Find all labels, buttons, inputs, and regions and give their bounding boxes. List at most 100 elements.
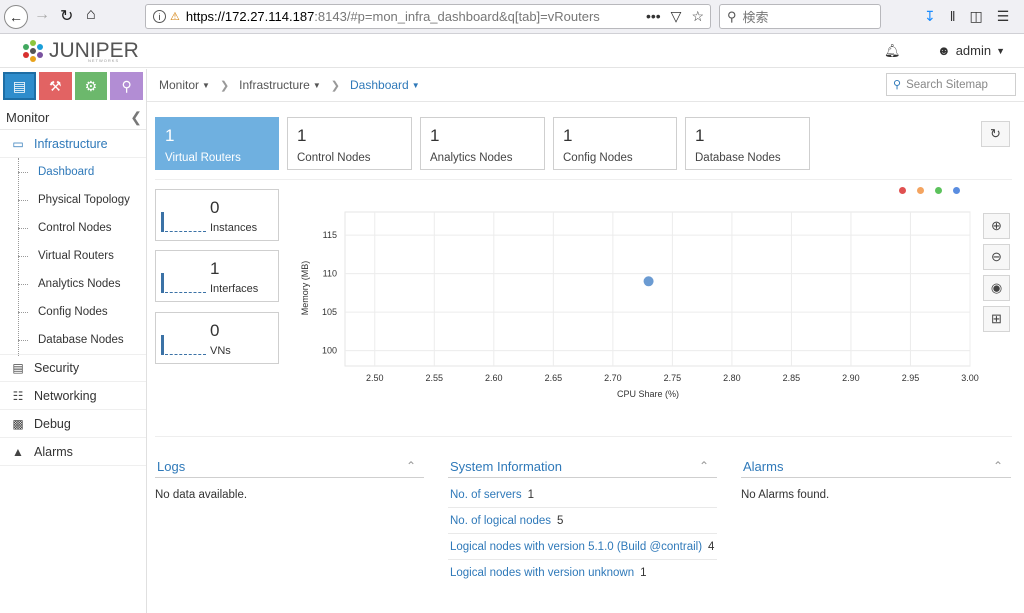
y-tick-label: 100 <box>322 346 337 356</box>
sidebar-item-label: Infrastructure <box>34 136 108 151</box>
url-text[interactable]: https://172.27.114.187:8143/#p=mon_infra… <box>186 9 600 24</box>
system-information-header[interactable]: System Information ⌃ <box>448 455 717 478</box>
search-icon: ⚲ <box>893 79 902 91</box>
chevron-down-icon: ▼ <box>996 45 1006 56</box>
sidebar-item-alarms[interactable]: ▲ Alarms <box>0 438 146 466</box>
tile-label: Virtual Routers <box>165 152 241 164</box>
sidebar-subitem-virtual-routers[interactable]: Virtual Routers <box>0 242 146 270</box>
library-icon[interactable]: ‖ <box>950 8 956 25</box>
notifications-bell-icon[interactable]: 🔔︎ <box>884 43 901 59</box>
sidebar-item-networking[interactable]: ☷ Networking <box>0 382 146 410</box>
tile-label: Config Nodes <box>563 152 633 164</box>
zoom-out-icon[interactable]: ⊖ <box>983 244 1010 270</box>
tile-value: 1 <box>563 126 573 145</box>
url-bar[interactable]: i ⚠ https://172.27.114.187:8143/#p=mon_i… <box>145 4 711 29</box>
sidebar-subitem-control-nodes[interactable]: Control Nodes <box>0 214 146 242</box>
alarms-empty-message: No Alarms found. <box>741 489 830 501</box>
sidebar-subitem-database-nodes[interactable]: Database Nodes <box>0 326 146 354</box>
back-icon[interactable]: ← <box>4 5 28 29</box>
configure-tab-icon[interactable]: ⚒ <box>38 72 72 100</box>
breadcrumb-dashboard-label: Dashboard <box>350 78 409 92</box>
tile-virtual-routers[interactable]: 1 Virtual Routers <box>155 117 279 170</box>
sidebar: ▤ ⚒ ⚙ ⚲ Monitor ❮ ▭ Infrastructure Dashb… <box>0 69 147 613</box>
stat-instances[interactable]: 0 Instances <box>155 189 279 241</box>
tile-value: 1 <box>297 126 307 145</box>
tile-value: 1 <box>430 126 440 145</box>
sidebar-item-debug[interactable]: ▩ Debug <box>0 410 146 438</box>
system-info-link[interactable]: Logical nodes with version unknown <box>450 567 634 579</box>
crop-icon[interactable]: ⊞ <box>983 306 1010 332</box>
alarms-panel: Alarms ⌃ No Alarms found. <box>741 455 1011 501</box>
chevron-up-icon[interactable]: ⌃ <box>406 459 416 473</box>
reload-icon[interactable]: ↻ <box>60 6 73 26</box>
system-info-link[interactable]: No. of logical nodes <box>450 515 551 527</box>
query-tab-icon[interactable]: ⚲ <box>110 72 144 100</box>
chevron-up-icon[interactable]: ⌃ <box>993 459 1003 473</box>
sidebar-item-infrastructure[interactable]: ▭ Infrastructure <box>0 130 146 158</box>
home-icon[interactable]: ⌂ <box>86 6 96 24</box>
sidebar-section-label: Monitor <box>6 110 50 125</box>
legend-dot-red[interactable] <box>899 187 906 194</box>
menu-icon[interactable]: ☰ <box>997 8 1010 25</box>
tile-config-nodes[interactable]: 1 Config Nodes <box>553 117 677 170</box>
download-icon[interactable]: ↧ <box>924 8 936 25</box>
sidebar-subitem-dashboard[interactable]: Dashboard <box>0 158 146 186</box>
sidebar-subitem-analytics-nodes[interactable]: Analytics Nodes <box>0 270 146 298</box>
chevron-up-icon[interactable]: ⌃ <box>699 459 709 473</box>
sidebar-subitem-config-nodes[interactable]: Config Nodes <box>0 298 146 326</box>
tile-control-nodes[interactable]: 1 Control Nodes <box>287 117 412 170</box>
system-info-link[interactable]: No. of servers <box>450 489 522 501</box>
stat-value: 0 <box>210 321 220 340</box>
sidebar-subitem-physical-topology[interactable]: Physical Topology <box>0 186 146 214</box>
stat-label: Interfaces <box>210 283 259 295</box>
refresh-icon[interactable]: ↻ <box>981 121 1010 147</box>
scatter-point[interactable] <box>643 276 654 287</box>
settings-tab-icon[interactable]: ⚙ <box>74 72 108 100</box>
page-actions-icon[interactable]: ••• <box>646 8 661 25</box>
tile-analytics-nodes[interactable]: 1 Analytics Nodes <box>420 117 545 170</box>
x-tick-label: 3.00 <box>961 373 979 383</box>
alarms-panel-header[interactable]: Alarms ⌃ <box>741 455 1011 478</box>
info-icon[interactable]: i <box>153 10 166 23</box>
system-info-value: 1 <box>640 567 647 579</box>
legend-dot-green[interactable] <box>935 187 942 194</box>
bell-icon: ▲ <box>12 444 24 459</box>
sidebar-item-security[interactable]: ▤ Security <box>0 354 146 382</box>
stat-vns[interactable]: 0 VNs <box>155 312 279 364</box>
x-tick-label: 2.50 <box>366 373 384 383</box>
breadcrumb-infrastructure-label: Infrastructure <box>239 78 310 92</box>
browser-search-input[interactable]: ⚲ 検索 <box>719 4 881 29</box>
insecure-lock-icon[interactable]: ⚠ <box>170 10 180 23</box>
x-tick-label: 2.70 <box>604 373 622 383</box>
sidebar-section-title: Monitor ❮ <box>0 106 146 130</box>
sidebar-item-label: Alarms <box>34 444 73 459</box>
pocket-icon[interactable]: ▽ <box>671 8 682 25</box>
table-row: Logical nodes with version unknown 1 <box>448 560 717 586</box>
tile-database-nodes[interactable]: 1 Database Nodes <box>685 117 810 170</box>
stat-label: VNs <box>210 345 231 357</box>
sidebar-item-label: Debug <box>34 416 71 431</box>
system-info-link[interactable]: Logical nodes with version 5.1.0 (Build … <box>450 541 702 553</box>
bookmark-star-icon[interactable]: ☆ <box>691 8 704 25</box>
divider <box>155 179 1012 180</box>
sidebar-toggle-icon[interactable]: ◫ <box>970 8 983 25</box>
networking-icon: ☷ <box>12 388 24 403</box>
forward-icon[interactable]: → <box>34 6 50 24</box>
legend-dot-orange[interactable] <box>917 187 924 194</box>
table-row: Logical nodes with version 5.1.0 (Build … <box>448 534 717 560</box>
reset-zoom-icon[interactable]: ◉ <box>983 275 1010 301</box>
search-sitemap-input[interactable]: ⚲ Search Sitemap <box>886 73 1016 96</box>
stat-label: Instances <box>210 222 258 234</box>
user-menu[interactable]: ☻ admin ▼ <box>937 43 1005 58</box>
logs-panel-header[interactable]: Logs ⌃ <box>155 455 424 478</box>
monitor-tab-icon[interactable]: ▤ <box>3 72 36 100</box>
stat-interfaces[interactable]: 1 Interfaces <box>155 250 279 302</box>
breadcrumb-infrastructure[interactable]: Infrastructure ▼ <box>239 78 321 92</box>
juniper-logo[interactable]: JUNIPER NETWORKS <box>20 38 139 64</box>
collapse-sidebar-icon[interactable]: ❮ <box>130 109 142 126</box>
breadcrumb-monitor[interactable]: Monitor ▼ <box>159 78 210 92</box>
legend-dot-blue[interactable] <box>953 187 960 194</box>
x-tick-label: 2.65 <box>545 373 563 383</box>
breadcrumb-dashboard[interactable]: Dashboard ▼ <box>350 78 420 92</box>
zoom-in-icon[interactable]: ⊕ <box>983 213 1010 239</box>
